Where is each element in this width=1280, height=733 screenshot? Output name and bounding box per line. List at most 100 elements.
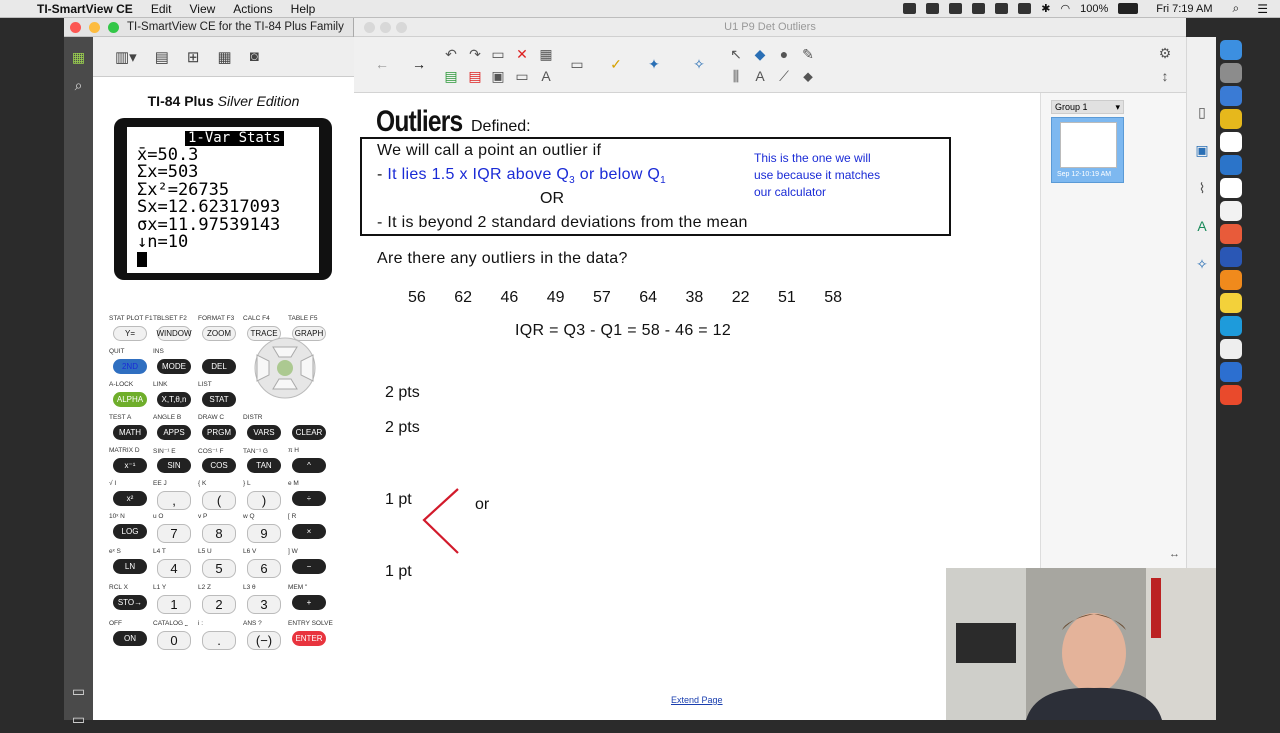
group-dropdown[interactable]: Group 1 ▾ [1051,100,1124,114]
calc-key--[interactable]: ) [247,491,281,510]
calc-key--[interactable]: ^ [292,458,326,473]
page-sorter-icon[interactable]: ▯ [1187,97,1217,127]
layout-view-icon[interactable]: ▦ [217,48,231,66]
select-pointer-icon[interactable]: ↖ [727,45,745,63]
calc-key-vars[interactable]: VARS [247,425,281,440]
text-icon[interactable]: A [751,67,769,85]
battery-icon[interactable] [1118,3,1139,14]
fill-icon[interactable]: ● [775,45,793,63]
calc-key-0[interactable]: 0 [157,631,191,650]
save-icon[interactable]: ▣ [489,67,507,85]
camera-icon[interactable] [926,3,940,14]
zoom-window-button[interactable] [396,21,407,33]
gallery-icon[interactable]: ▣ [1187,135,1217,165]
calc-key-y-[interactable]: Y= [113,326,147,341]
cloud-icon[interactable] [949,3,963,14]
wifi-icon[interactable]: ◠ [1061,2,1071,15]
close-window-button[interactable] [364,21,375,33]
menu-help[interactable]: Help [282,2,325,16]
calc-key-math[interactable]: MATH [113,425,147,440]
calc-key-2[interactable]: 2 [202,595,236,614]
calc-key-enter[interactable]: ENTER [292,631,326,646]
menu-actions[interactable]: Actions [224,2,281,16]
add-page-icon[interactable]: ▤ [442,67,460,85]
calc-key-8[interactable]: 8 [202,524,236,543]
calc-key-sin[interactable]: SIN [157,458,191,473]
calc-key-ln[interactable]: LN [113,559,147,574]
eraser-icon[interactable]: ⬥ [799,67,817,85]
calc-key-4[interactable]: 4 [157,559,191,578]
add-on-icon[interactable]: ✦ [645,55,663,73]
dock-app-icon[interactable] [1220,63,1242,83]
calc-key-on[interactable]: ON [113,631,147,646]
attachments-icon[interactable]: ⌇ [1187,173,1217,203]
slide-canvas[interactable]: Outliers Defined: We will call a point a… [354,93,1040,720]
calc-key-5[interactable]: 5 [202,559,236,578]
app-status-icon[interactable] [995,3,1009,14]
notebook-page[interactable]: Outliers Defined: We will call a point a… [354,93,1040,720]
dock-app-icon[interactable] [1220,201,1242,221]
menu-clock[interactable]: Fri 7:19 AM [1148,3,1212,15]
calc-key-cos[interactable]: COS [202,458,236,473]
layout-icon[interactable]: ▭ [64,677,93,705]
collapse-icon[interactable]: ▭ [64,705,93,733]
calc-key--[interactable]: ÷ [292,491,326,506]
calc-key-1[interactable]: 1 [157,595,191,614]
line-icon[interactable]: ⟋ [775,67,793,85]
notification-center-icon[interactable]: ☰ [1249,2,1268,16]
screen-record-icon[interactable] [903,3,917,14]
checkmark-icon[interactable]: ✓ [607,55,625,73]
previous-page-icon[interactable]: ← [373,55,391,73]
calc-key-apps[interactable]: APPS [157,425,191,440]
calc-key-zoom[interactable]: ZOOM [202,326,236,341]
undo-icon[interactable]: ↶ [442,45,460,63]
calculator-model-icon[interactable]: ▥▾ [115,48,137,66]
calc-key-6[interactable]: 6 [247,559,281,578]
dock-app-icon[interactable] [1220,40,1242,60]
properties-icon[interactable]: ⫼ [727,67,745,85]
dock-app-icon[interactable] [1220,247,1242,267]
arrow-dpad[interactable] [245,335,325,401]
display-icon[interactable]: ▭ [568,55,586,73]
redo-icon[interactable]: ↷ [466,45,484,63]
dock-app-icon[interactable] [1220,86,1242,106]
magic-pen-icon[interactable]: ✎ [799,45,817,63]
spotlight-search-icon[interactable]: ⌕ [1223,1,1240,16]
calc-key--[interactable]: . [202,631,236,650]
battery-percent[interactable]: 100% [1080,3,1108,15]
shapes-icon[interactable]: ◆ [751,45,769,63]
menu-view[interactable]: View [181,2,225,16]
move-toolbar-icon[interactable]: ↕ [1156,67,1174,85]
table-icon[interactable]: ▦ [537,45,555,63]
panel-resize-icon[interactable]: ↔ [1169,548,1180,560]
paste-icon[interactable]: ▭ [489,45,507,63]
dock-app-icon[interactable] [1220,270,1242,290]
calc-key-mode[interactable]: MODE [157,359,191,374]
delete-page-icon[interactable]: ▤ [466,67,484,85]
menu-app-name[interactable]: TI-SmartView CE [28,2,142,16]
dock-app-icon[interactable] [1220,109,1242,129]
calc-key-x-[interactable]: x² [113,491,147,506]
screen-shade-icon[interactable]: ▭ [513,67,531,85]
calc-key-sto-[interactable]: STO→ [113,595,147,610]
calc-key-2nd[interactable]: 2ND [113,359,147,374]
dock-app-icon[interactable] [1220,224,1242,244]
dock-app-icon[interactable] [1220,155,1242,175]
dock-app-icon[interactable] [1220,362,1242,382]
calc-key-window[interactable]: WINDOW [156,326,192,341]
bluetooth-icon[interactable]: ✱ [1041,2,1050,15]
menu-edit[interactable]: Edit [142,2,181,16]
calculator-screen[interactable]: 1-Var Stats x̄=50.3 Σx=503 Σx²=26735 Sx=… [127,127,319,273]
calc-key-prgm[interactable]: PRGM [202,425,236,440]
calc-key--[interactable]: , [157,491,191,510]
calc-key-x-t-n[interactable]: X,T,θ,n [157,392,191,407]
calc-key--[interactable]: (−) [247,631,281,650]
dock-app-icon[interactable] [1220,178,1242,198]
calc-key-x-[interactable]: x⁻¹ [113,458,147,473]
text-format-icon[interactable]: A [537,67,555,85]
calc-key--[interactable]: × [292,524,326,539]
menu-extra-icon[interactable] [1018,3,1032,14]
calc-key--[interactable]: + [292,595,326,610]
dock-app-icon[interactable] [1220,385,1242,405]
zoom-window-button[interactable] [108,21,119,33]
